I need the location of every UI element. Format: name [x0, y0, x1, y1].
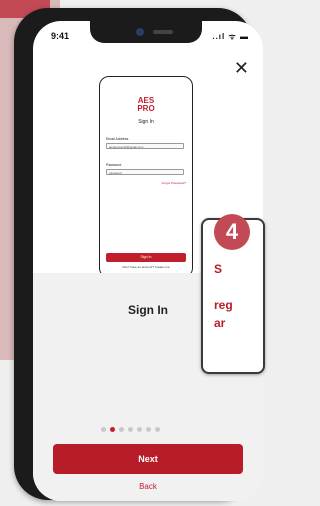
status-icons: ..ıl ᯤ ▬: [212, 32, 249, 41]
close-icon[interactable]: ✕: [234, 59, 249, 77]
preview-password-field: password: [106, 169, 184, 175]
back-link[interactable]: Back: [33, 482, 263, 491]
callout-line-2: reg: [214, 298, 233, 312]
pagination-dot[interactable]: [155, 427, 160, 432]
pagination-dot[interactable]: [137, 427, 142, 432]
preview-password-label: Password: [106, 163, 122, 167]
preview-email-label: Email Address: [106, 137, 129, 141]
speaker-icon: [153, 30, 173, 34]
notch: [90, 21, 202, 43]
preview-email-field: jacquelyne12@gmail.com: [106, 143, 184, 149]
callout-line-1: S: [214, 262, 223, 276]
preview-forgot-link: Forgot Password?: [161, 181, 186, 185]
app-logo: AES PRO: [137, 96, 155, 113]
preview-signin-button: Sign In: [106, 253, 186, 262]
pagination-dot[interactable]: [128, 427, 133, 432]
status-time: 9:41: [51, 31, 70, 41]
preview-title: Sign In: [138, 119, 154, 125]
pagination-dot[interactable]: [146, 427, 151, 432]
camera-icon: [136, 28, 144, 36]
signin-screenshot-preview: AES PRO Sign In Email Address jacquelyne…: [99, 76, 193, 278]
step-badge: 4: [214, 214, 250, 250]
pagination-dot[interactable]: [110, 427, 115, 432]
preview-signup-text: Don't have an account? Create one: [122, 265, 170, 269]
next-button[interactable]: Next: [53, 444, 243, 474]
pagination-dot[interactable]: [119, 427, 124, 432]
callout-line-3: ar: [214, 316, 226, 330]
pagination-dot[interactable]: [101, 427, 106, 432]
pagination-dots: [101, 427, 160, 432]
